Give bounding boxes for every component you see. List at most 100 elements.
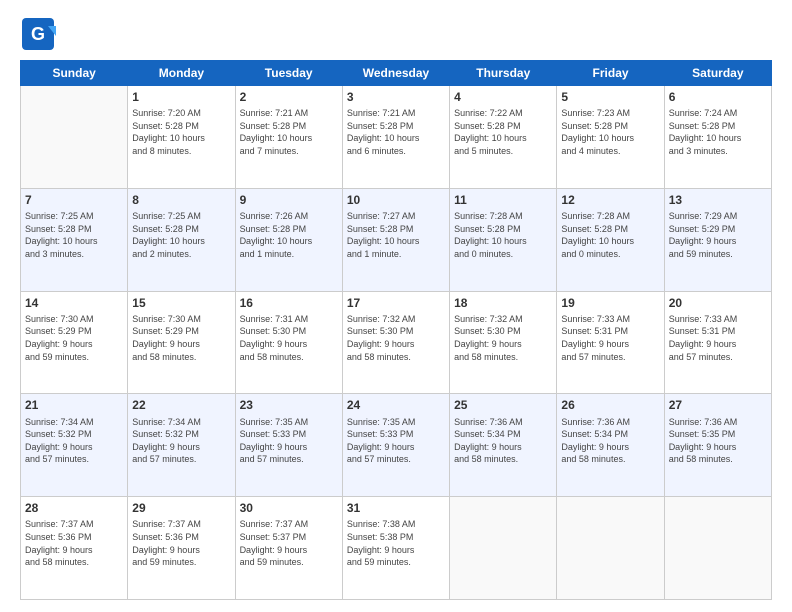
day-info: Sunrise: 7:20 AM Sunset: 5:28 PM Dayligh… [132,107,230,157]
day-number: 17 [347,295,445,311]
day-info: Sunrise: 7:37 AM Sunset: 5:37 PM Dayligh… [240,518,338,568]
day-info: Sunrise: 7:21 AM Sunset: 5:28 PM Dayligh… [240,107,338,157]
calendar-cell: 3 Sunrise: 7:21 AM Sunset: 5:28 PM Daylig… [342,86,449,189]
day-info: Sunrise: 7:35 AM Sunset: 5:33 PM Dayligh… [240,416,338,466]
calendar-cell: 22Sunrise: 7:34 AM Sunset: 5:32 PM Dayli… [128,394,235,497]
calendar-cell: 12 Sunrise: 7:28 AM Sunset: 5:28 PM Dayli… [557,188,664,291]
day-info: Sunrise: 7:28 AM Sunset: 5:28 PM Dayligh… [561,210,659,260]
day-info: Sunrise: 7:23 AM Sunset: 5:28 PM Dayligh… [561,107,659,157]
day-info: Sunrise: 7:31 AM Sunset: 5:30 PM Dayligh… [240,313,338,363]
day-info: Sunrise: 7:34 AM Sunset: 5:32 PM Dayligh… [25,416,123,466]
calendar-week-row: 28 Sunrise: 7:37 AM Sunset: 5:36 PM Dayli… [21,497,772,600]
day-info: Sunrise: 7:30 AM Sunset: 5:29 PM Dayligh… [25,313,123,363]
day-info: Sunrise: 7:28 AM Sunset: 5:28 PM Dayligh… [454,210,552,260]
day-info: Sunrise: 7:29 AM Sunset: 5:29 PM Dayligh… [669,210,767,260]
calendar-cell: 24 Sunrise: 7:35 AM Sunset: 5:33 PM Dayli… [342,394,449,497]
day-info: Sunrise: 7:37 AM Sunset: 5:36 PM Dayligh… [25,518,123,568]
day-info: Sunrise: 7:21 AM Sunset: 5:28 PM Dayligh… [347,107,445,157]
calendar-cell [664,497,771,600]
day-header-friday: Friday [557,61,664,86]
calendar-week-row: 14 Sunrise: 7:30 AM Sunset: 5:29 PM Dayli… [21,291,772,394]
day-info: Sunrise: 7:27 AM Sunset: 5:28 PM Dayligh… [347,210,445,260]
calendar-cell: 31 Sunrise: 7:38 AM Sunset: 5:38 PM Dayli… [342,497,449,600]
calendar-cell: 25 Sunrise: 7:36 AM Sunset: 5:34 PM Dayli… [450,394,557,497]
calendar-week-row: 7 Sunrise: 7:25 AM Sunset: 5:28 PM Daylig… [21,188,772,291]
day-number: 4 [454,89,552,105]
day-number: 26 [561,397,659,413]
calendar-cell: 18 Sunrise: 7:32 AM Sunset: 5:30 PM Dayli… [450,291,557,394]
day-number: 18 [454,295,552,311]
day-info: Sunrise: 7:32 AM Sunset: 5:30 PM Dayligh… [347,313,445,363]
day-number: 3 [347,89,445,105]
day-header-tuesday: Tuesday [235,61,342,86]
calendar-cell: 17 Sunrise: 7:32 AM Sunset: 5:30 PM Dayli… [342,291,449,394]
day-info: Sunrise: 7:36 AM Sunset: 5:35 PM Dayligh… [669,416,767,466]
day-header-saturday: Saturday [664,61,771,86]
day-number: 25 [454,397,552,413]
day-info: Sunrise: 7:36 AM Sunset: 5:34 PM Dayligh… [561,416,659,466]
logo-icon: G [20,16,56,52]
calendar-table: SundayMondayTuesdayWednesdayThursdayFrid… [20,60,772,600]
day-info: Sunrise: 7:30 AM Sunset: 5:29 PM Dayligh… [132,313,230,363]
day-info: Sunrise: 7:32 AM Sunset: 5:30 PM Dayligh… [454,313,552,363]
calendar-cell: 7 Sunrise: 7:25 AM Sunset: 5:28 PM Daylig… [21,188,128,291]
calendar-cell: 27 Sunrise: 7:36 AM Sunset: 5:35 PM Dayli… [664,394,771,497]
day-info: Sunrise: 7:33 AM Sunset: 5:31 PM Dayligh… [669,313,767,363]
calendar-cell: 23Sunrise: 7:35 AM Sunset: 5:33 PM Dayli… [235,394,342,497]
calendar-header-row: SundayMondayTuesdayWednesdayThursdayFrid… [21,61,772,86]
day-number: 28 [25,500,123,516]
day-number: 9 [240,192,338,208]
day-info: Sunrise: 7:33 AM Sunset: 5:31 PM Dayligh… [561,313,659,363]
day-info: Sunrise: 7:35 AM Sunset: 5:33 PM Dayligh… [347,416,445,466]
day-number: 16 [240,295,338,311]
calendar-cell [557,497,664,600]
day-number: 1 [132,89,230,105]
day-number: 14 [25,295,123,311]
day-header-wednesday: Wednesday [342,61,449,86]
day-number: 7 [25,192,123,208]
calendar-cell: 2 Sunrise: 7:21 AM Sunset: 5:28 PM Daylig… [235,86,342,189]
day-number: 2 [240,89,338,105]
day-header-sunday: Sunday [21,61,128,86]
day-header-monday: Monday [128,61,235,86]
day-number: 5 [561,89,659,105]
day-info: Sunrise: 7:26 AM Sunset: 5:28 PM Dayligh… [240,210,338,260]
calendar-cell: 15 Sunrise: 7:30 AM Sunset: 5:29 PM Dayli… [128,291,235,394]
day-info: Sunrise: 7:34 AM Sunset: 5:32 PM Dayligh… [132,416,230,466]
calendar-cell: 21Sunrise: 7:34 AM Sunset: 5:32 PM Dayli… [21,394,128,497]
calendar-cell: 5 Sunrise: 7:23 AM Sunset: 5:28 PM Daylig… [557,86,664,189]
calendar-cell [450,497,557,600]
calendar-cell: 13 Sunrise: 7:29 AM Sunset: 5:29 PM Dayli… [664,188,771,291]
calendar-cell: 29Sunrise: 7:37 AM Sunset: 5:36 PM Dayli… [128,497,235,600]
day-number: 8 [132,192,230,208]
page: G SundayMondayTuesdayWednesdayThursdayFr… [0,0,792,612]
day-info: Sunrise: 7:36 AM Sunset: 5:34 PM Dayligh… [454,416,552,466]
day-number: 24 [347,397,445,413]
day-info: Sunrise: 7:25 AM Sunset: 5:28 PM Dayligh… [25,210,123,260]
day-number: 20 [669,295,767,311]
day-info: Sunrise: 7:37 AM Sunset: 5:36 PM Dayligh… [132,518,230,568]
calendar-cell: 28 Sunrise: 7:37 AM Sunset: 5:36 PM Dayli… [21,497,128,600]
calendar-cell: 14 Sunrise: 7:30 AM Sunset: 5:29 PM Dayli… [21,291,128,394]
calendar-cell: 10Sunrise: 7:27 AM Sunset: 5:28 PM Dayli… [342,188,449,291]
day-number: 12 [561,192,659,208]
day-number: 19 [561,295,659,311]
day-info: Sunrise: 7:38 AM Sunset: 5:38 PM Dayligh… [347,518,445,568]
day-number: 30 [240,500,338,516]
day-number: 6 [669,89,767,105]
day-number: 15 [132,295,230,311]
calendar-cell: 16 Sunrise: 7:31 AM Sunset: 5:30 PM Dayli… [235,291,342,394]
calendar-cell: 30 Sunrise: 7:37 AM Sunset: 5:37 PM Dayli… [235,497,342,600]
calendar-cell: 26 Sunrise: 7:36 AM Sunset: 5:34 PM Dayli… [557,394,664,497]
day-number: 11 [454,192,552,208]
day-number: 27 [669,397,767,413]
calendar-cell: 1 Sunrise: 7:20 AM Sunset: 5:28 PM Daylig… [128,86,235,189]
day-number: 31 [347,500,445,516]
day-info: Sunrise: 7:24 AM Sunset: 5:28 PM Dayligh… [669,107,767,157]
calendar-cell: 11 Sunrise: 7:28 AM Sunset: 5:28 PM Dayli… [450,188,557,291]
calendar-week-row: 1 Sunrise: 7:20 AM Sunset: 5:28 PM Daylig… [21,86,772,189]
svg-text:G: G [31,24,45,44]
day-number: 13 [669,192,767,208]
calendar-cell: 6 Sunrise: 7:24 AM Sunset: 5:28 PM Daylig… [664,86,771,189]
logo: G [20,16,60,52]
